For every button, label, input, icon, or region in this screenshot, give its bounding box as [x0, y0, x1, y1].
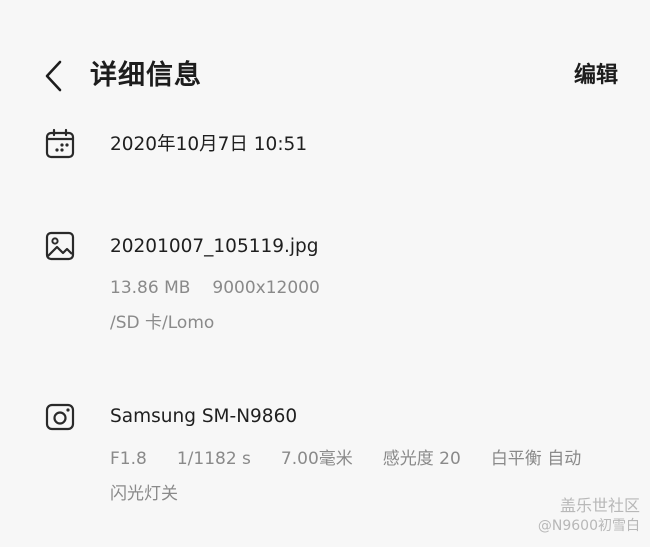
flash-status: 闪光灯关 — [110, 484, 178, 504]
shutter-speed: 1/1182 s — [176, 449, 251, 469]
focal-length: 7.00毫米 — [280, 449, 353, 469]
file-size: 13.86 MB — [110, 278, 191, 298]
file-meta-row: 13.86 MB 9000x12000 — [110, 276, 320, 300]
camera-meta-row: F1.8 1/1182 s 7.00毫米 感光度 20 白平衡 自动 — [110, 447, 581, 471]
iso: 感光度 20 — [382, 449, 461, 469]
date-time: 2020年10月7日 10:51 — [110, 134, 308, 155]
aperture: F1.8 — [110, 449, 147, 469]
watermark-user: @N9600初雪白 — [537, 518, 640, 534]
image-icon — [45, 231, 75, 261]
header: 详细信息 编辑 — [0, 0, 650, 150]
page-title: 详细信息 — [90, 60, 202, 91]
watermark: 盖乐世社区 @N9600初雪白 — [538, 496, 640, 536]
file-path: /SD 卡/Lomo — [110, 313, 215, 333]
camera-model: Samsung SM-N9860 — [110, 406, 298, 427]
edit-button[interactable]: 编辑 — [574, 58, 618, 94]
file-name: 20201007_105119.jpg — [110, 236, 319, 257]
file-resolution: 9000x12000 — [212, 278, 320, 298]
camera-icon — [45, 403, 75, 431]
watermark-brand: 盖乐世社区 — [559, 496, 640, 515]
back-button[interactable] — [36, 56, 72, 96]
calendar-icon — [45, 128, 75, 159]
chevron-left-icon — [45, 60, 62, 92]
white-balance: 白平衡 自动 — [490, 449, 582, 469]
